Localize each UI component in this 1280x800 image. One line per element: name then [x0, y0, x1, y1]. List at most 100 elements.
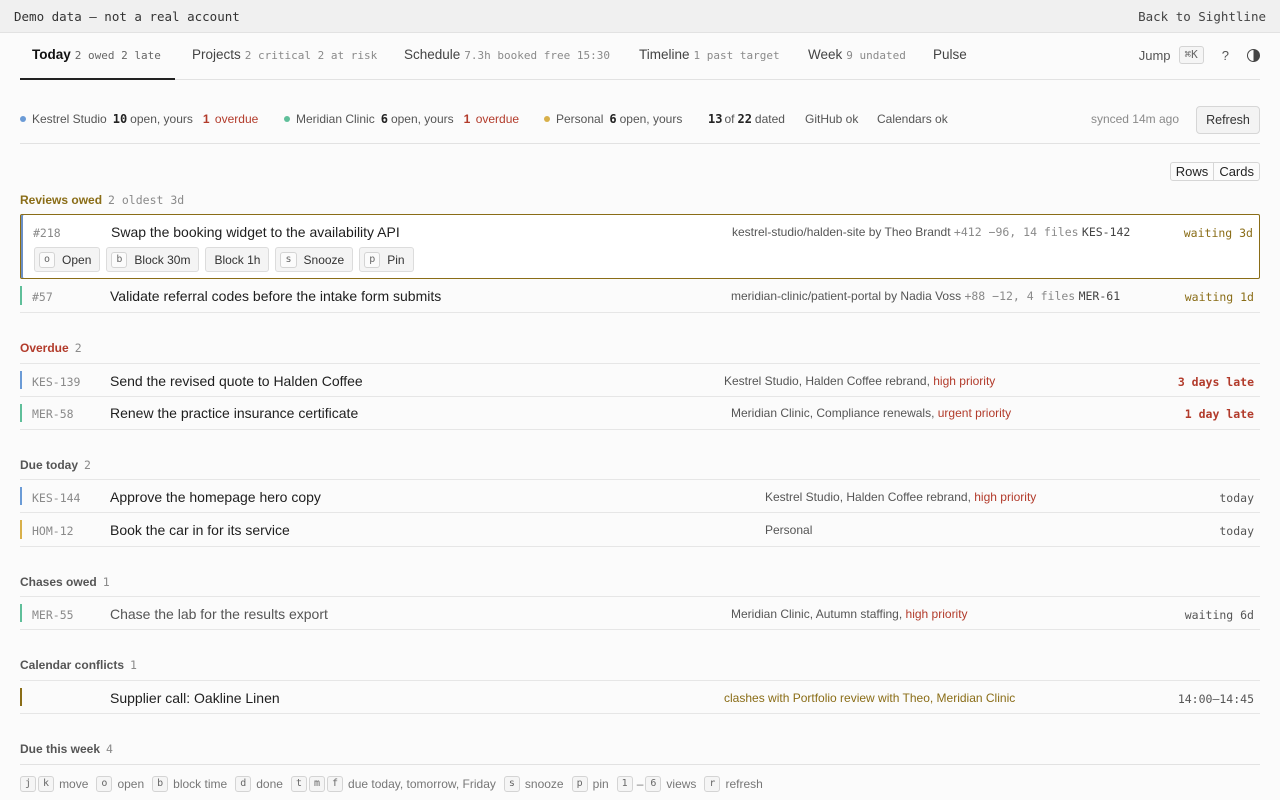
section-due-this-week: Due this week 4 [20, 742, 113, 756]
task-id: KES-144 [32, 491, 81, 505]
tab-projects[interactable]: Projects 2 critical 2 at risk [192, 34, 377, 80]
demo-notice: Demo data — not a real account [14, 9, 240, 24]
block-1h-button[interactable]: Block 1h [205, 247, 270, 272]
tab-week[interactable]: Week 9 undated [808, 34, 906, 80]
pin-button[interactable]: p Pin [359, 247, 414, 272]
tab-projects-label: Projects [192, 47, 241, 62]
review-meta: kestrel-studio/halden-site by Theo Brand… [732, 225, 1130, 239]
due-week-count: 4 [106, 742, 113, 756]
conflict-context: clashes with Portfolio review with Theo,… [724, 691, 1016, 705]
summary-kestrel[interactable]: Kestrel Studio 10 open, yours 1 overdue [20, 112, 258, 126]
kestrel-overdue-label: overdue [214, 112, 259, 126]
project-color-bar [20, 371, 22, 389]
block-30m-button[interactable]: b Block 30m [106, 247, 200, 272]
conflict-time: 14:00–14:45 [1177, 692, 1254, 706]
summary-meridian[interactable]: Meridian Clinic 6 open, yours 1 overdue [284, 112, 519, 126]
task-title[interactable]: Renew the practice insurance certificate [110, 405, 358, 421]
key-j: j [20, 776, 37, 792]
tab-today[interactable]: Today 2 owed 2 late [20, 34, 175, 80]
shortcut-move: move [59, 777, 89, 791]
block-30m-label: Block 30m [134, 252, 191, 267]
block-key: b [111, 251, 128, 268]
shortcut-pin: pin [592, 777, 609, 791]
task-title[interactable]: Chase the lab for the results export [110, 606, 328, 622]
section-chases-owed: Chases owed 1 [20, 575, 110, 589]
review-id: #218 [33, 226, 61, 240]
task-row[interactable]: KES-139 Send the revised quote to Halden… [20, 363, 1260, 397]
sync-status: synced 14m ago [1090, 112, 1179, 126]
task-context-text: Kestrel Studio, Halden Coffee rebrand, [765, 490, 975, 504]
review-diff: +88 −12, 4 files [964, 289, 1076, 303]
review-status: waiting 1d [1184, 290, 1254, 304]
review-repo: meridian-clinic/patient-portal by Nadia … [731, 289, 962, 303]
key-m: m [308, 776, 325, 792]
meridian-name: Meridian Clinic [296, 112, 375, 126]
open-label: Open [62, 252, 92, 267]
meridian-open-label: open, yours [390, 112, 454, 126]
review-row[interactable]: #218 Swap the booking widget to the avai… [20, 214, 1260, 279]
task-title[interactable]: Approve the homepage hero copy [110, 489, 321, 505]
due-today-title: Due today [20, 458, 79, 472]
jump-button[interactable]: Jump [1139, 48, 1171, 63]
view-rows-button[interactable]: Rows [1171, 163, 1214, 180]
tab-schedule[interactable]: Schedule 7.3h booked free 15:30 [404, 34, 610, 80]
review-title[interactable]: Validate referral codes before the intak… [110, 288, 441, 304]
task-title[interactable]: Send the revised quote to Halden Coffee [110, 373, 363, 389]
task-status: today [1219, 524, 1254, 538]
tab-projects-sub: 2 critical 2 at risk [244, 49, 378, 62]
project-color-bar [20, 286, 22, 305]
help-button[interactable]: ? [1222, 48, 1229, 63]
snooze-button[interactable]: s Snooze [275, 247, 354, 272]
back-to-sightline-link[interactable]: Back to Sightline [1138, 9, 1266, 24]
theme-toggle-icon[interactable] [1247, 48, 1260, 62]
tab-pulse-label: Pulse [933, 47, 967, 62]
overdue-count: 2 [74, 341, 82, 355]
chases-title: Chases owed [20, 575, 97, 589]
project-color-bar [20, 404, 22, 422]
kestrel-overdue: 1 overdue [203, 112, 258, 126]
kestrel-open-count: 10 [112, 112, 128, 126]
key-6: 6 [645, 776, 662, 792]
open-button[interactable]: o Open [34, 247, 101, 272]
review-repo: kestrel-studio/halden-site by Theo Brand… [732, 225, 951, 239]
tab-today-label: Today [32, 47, 71, 62]
task-status: waiting 6d [1184, 608, 1254, 622]
task-row[interactable]: KES-144 Approve the homepage hero copy K… [20, 479, 1260, 513]
summary-dated: 13 of 22 dated [708, 112, 785, 126]
refresh-button[interactable]: Refresh [1196, 106, 1260, 134]
task-context: Kestrel Studio, Halden Coffee rebrand, h… [765, 490, 1036, 504]
view-cards-button[interactable]: Cards [1213, 163, 1259, 180]
task-row[interactable]: MER-55 Chase the lab for the results exp… [20, 596, 1260, 630]
task-context-text: Kestrel Studio, Halden Coffee rebrand, [724, 374, 934, 388]
section-calendar-conflicts: Calendar conflicts 1 [20, 658, 137, 672]
review-title[interactable]: Swap the booking widget to the availabil… [111, 224, 400, 240]
shortcut-snooze: snooze [524, 777, 564, 791]
conflict-title[interactable]: Supplier call: Oakline Linen [110, 690, 280, 706]
task-context: Kestrel Studio, Halden Coffee rebrand, h… [724, 374, 995, 388]
review-row[interactable]: #57 Validate referral codes before the i… [20, 279, 1260, 313]
github-status: GitHub ok [805, 112, 859, 126]
tab-schedule-label: Schedule [404, 47, 461, 62]
summary-personal[interactable]: Personal 6 open, yours [544, 112, 682, 126]
task-row[interactable]: HOM-12 Book the car in for its service P… [20, 513, 1260, 547]
tab-timeline[interactable]: Timeline 1 past target [639, 34, 780, 80]
key-b: b [152, 776, 169, 792]
meridian-overdue-label: overdue [475, 112, 520, 126]
kestrel-open-label: open, yours [130, 112, 193, 126]
tab-today-sub: 2 owed 2 late [74, 49, 161, 62]
tab-pulse[interactable]: Pulse [933, 34, 967, 80]
task-row[interactable]: MER-58 Renew the practice insurance cert… [20, 397, 1260, 430]
conflict-row[interactable]: Supplier call: Oakline Linen clashes wit… [20, 680, 1260, 714]
tab-schedule-sub: 7.3h booked free 15:30 [464, 49, 610, 62]
open-key: o [39, 251, 56, 268]
key-t: t [290, 776, 307, 792]
demo-banner: Demo data — not a real account Back to S… [0, 0, 1280, 33]
project-color-bar [20, 520, 22, 539]
chases-count: 1 [102, 575, 110, 589]
review-id: #57 [32, 290, 53, 304]
task-title[interactable]: Book the car in for its service [110, 522, 290, 538]
key-o: o [96, 776, 113, 792]
shortcut-open: open [117, 777, 145, 791]
project-color-bar [20, 487, 22, 505]
range-dash: – [636, 777, 644, 791]
